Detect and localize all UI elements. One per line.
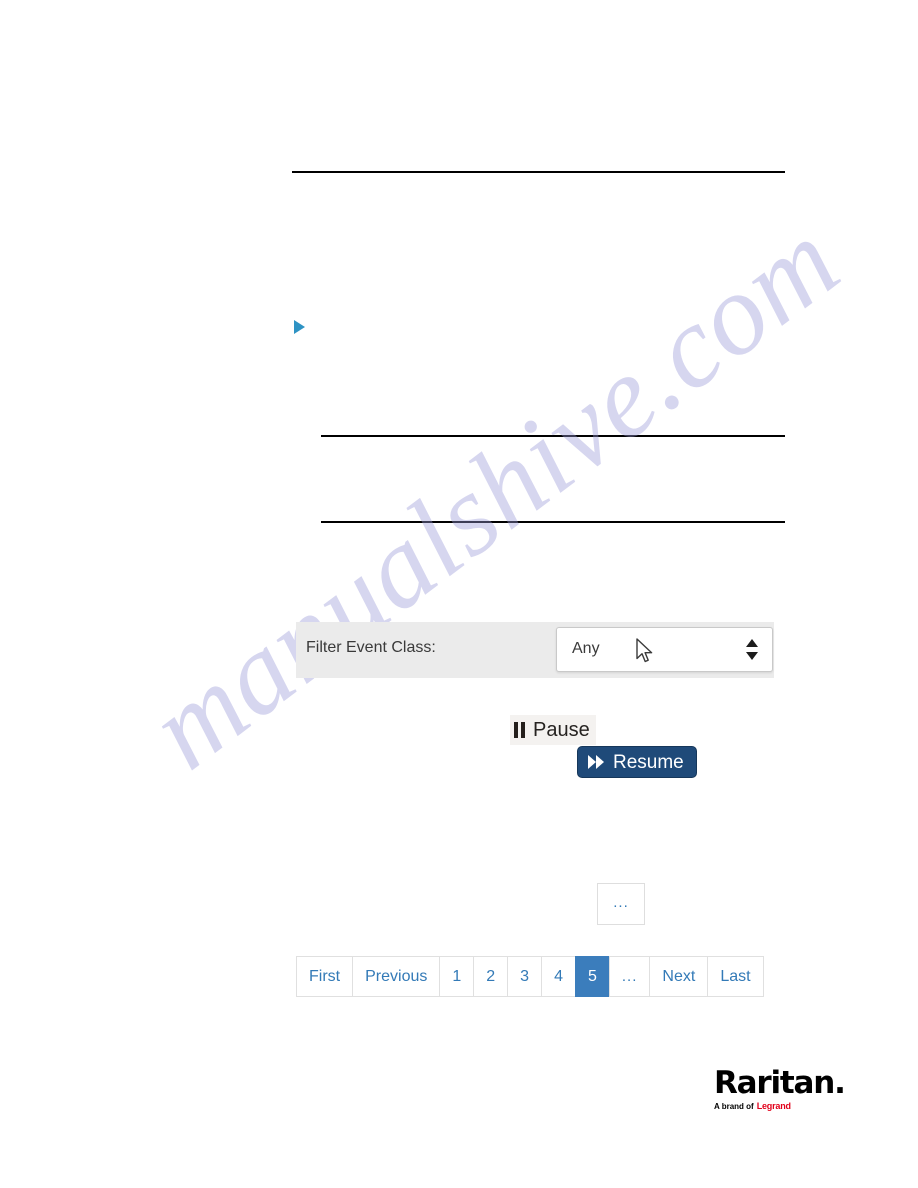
pagination-cell-3[interactable]: 3 <box>507 956 542 997</box>
legrand-wordmark: Legrand <box>756 1101 791 1111</box>
pagination-ellipsis-label: ... <box>613 893 629 911</box>
pagination-cell-5[interactable]: 5 <box>574 956 609 997</box>
pagination-cell-previous[interactable]: Previous <box>352 956 440 997</box>
header-rule <box>292 171 785 173</box>
resume-button[interactable]: Resume <box>577 746 697 778</box>
event-class-select[interactable]: Any <box>556 627 773 672</box>
pagination-cell-first[interactable]: First <box>296 956 353 997</box>
raritan-tagline: A brand of Legrand <box>714 1102 820 1111</box>
updown-spinner-icon[interactable] <box>746 639 758 663</box>
pause-icon <box>514 722 526 738</box>
watermark-layer: manualshive.com <box>0 0 918 1188</box>
table-rule-top <box>321 435 785 437</box>
mouse-pointer-icon <box>636 638 653 663</box>
raritan-wordmark: Raritan. <box>714 1065 846 1101</box>
event-class-selected-value: Any <box>572 640 600 657</box>
raritan-tagline-prefix: A brand of <box>714 1102 754 1111</box>
pagination-cell-2[interactable]: 2 <box>473 956 508 997</box>
filter-event-class-label: Filter Event Class: <box>306 639 436 656</box>
pagination-ellipsis-button[interactable]: ... <box>597 883 645 925</box>
chevron-down-icon <box>746 652 758 660</box>
pause-button[interactable]: Pause <box>510 715 596 745</box>
table-rule-bottom <box>321 521 785 523</box>
raritan-logo: Raritan. A brand of Legrand <box>714 1065 846 1111</box>
pagination[interactable]: First Previous 1 2 3 4 5... Next Last <box>296 956 764 997</box>
pagination-cell-1[interactable]: 1 <box>439 956 474 997</box>
resume-button-label: Resume <box>613 751 684 773</box>
pagination-cell-dotsdotsdots[interactable]: ... <box>608 956 650 997</box>
fast-forward-icon <box>588 755 605 769</box>
watermark-text: manualshive.com <box>127 195 862 794</box>
blue-triangle-bullet-icon <box>294 320 305 334</box>
filter-event-class-row: Filter Event Class: Any <box>296 622 774 678</box>
pause-button-label: Pause <box>533 719 590 741</box>
pagination-cell-4[interactable]: 4 <box>541 956 575 997</box>
pagination-cell-last[interactable]: Last <box>707 956 764 997</box>
pagination-cell-next[interactable]: Next <box>649 956 708 997</box>
chevron-up-icon <box>746 639 758 647</box>
